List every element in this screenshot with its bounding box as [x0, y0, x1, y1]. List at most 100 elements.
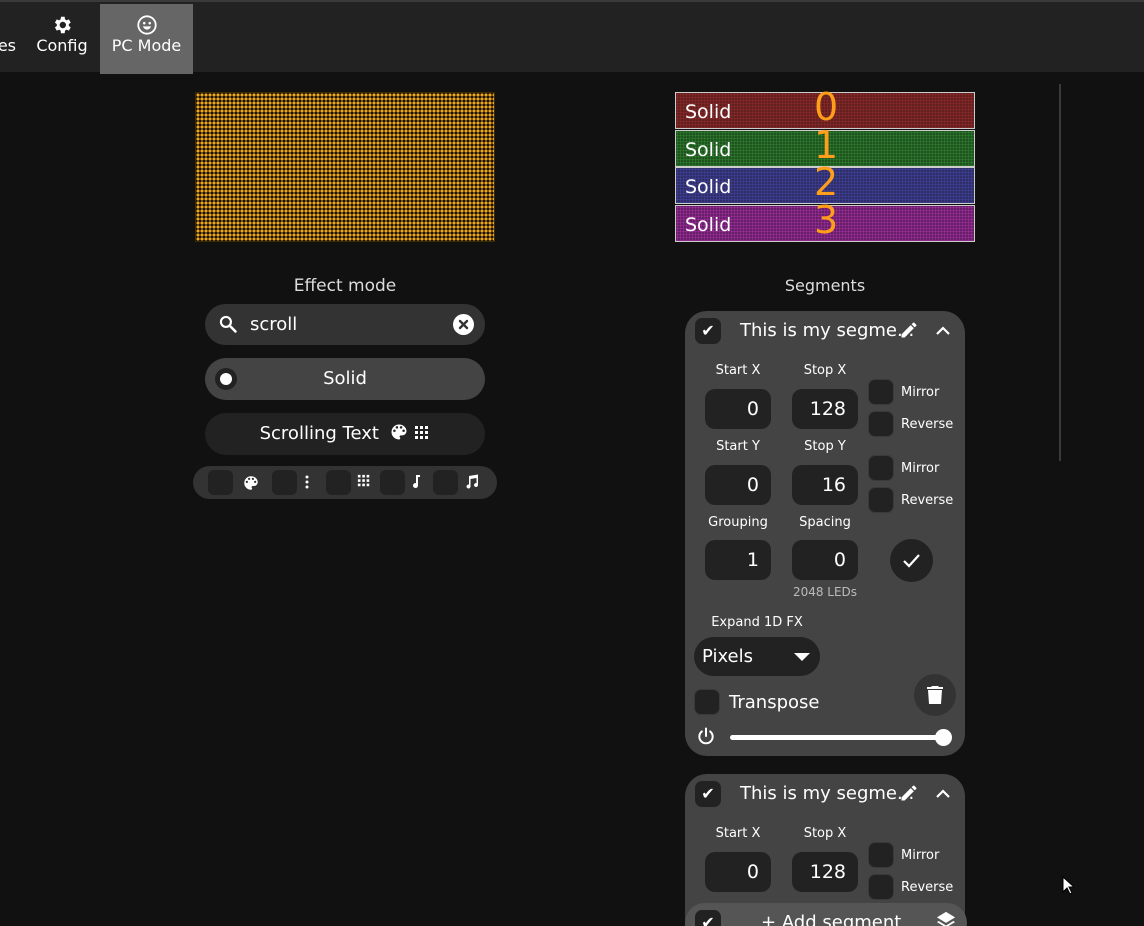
double-note-icon: [465, 474, 479, 494]
filter-volume-checkbox[interactable]: [380, 470, 405, 495]
filter-1d-checkbox[interactable]: [272, 470, 297, 495]
reverse-y-label: Reverse: [901, 493, 954, 508]
transpose-label: Transpose: [729, 692, 820, 713]
effect-item-solid[interactable]: Solid: [205, 358, 485, 400]
segments-title: Segments: [784, 276, 866, 295]
tab-config-label: Config: [36, 36, 88, 55]
mouse-cursor-icon: [1062, 875, 1076, 899]
segment-effect-label: Solid: [685, 139, 732, 161]
search-query: scroll: [250, 314, 298, 335]
segment-number: 2: [814, 160, 839, 204]
start-y-label: Start Y: [716, 439, 760, 454]
add-segment-label: Add segment: [781, 912, 902, 926]
segment-preview-3[interactable]: Solid 3: [675, 200, 975, 242]
mirror-x-checkbox[interactable]: [868, 842, 894, 868]
effect-filter-bar: [193, 466, 497, 499]
top-nav-bar: es Config PC Mode: [0, 0, 1144, 74]
check-icon: [902, 552, 921, 573]
reverse-x-label: Reverse: [901, 880, 954, 895]
power-icon[interactable]: [696, 726, 716, 750]
tab-config[interactable]: Config: [24, 4, 100, 74]
expand-1d-fx-value: Pixels: [702, 646, 754, 667]
mirror-y-checkbox[interactable]: [868, 455, 894, 481]
plus-icon: +: [761, 912, 782, 926]
vertical-dots-icon: [304, 474, 310, 494]
expand-1d-fx-select[interactable]: Pixels: [694, 637, 820, 676]
smiley-icon: [100, 4, 193, 35]
segment-card: ✔ This is my segme... Start X Stop X 0 1…: [685, 311, 965, 756]
brightness-slider[interactable]: [730, 729, 952, 746]
effect-item-scrolling-text[interactable]: Scrolling Text: [205, 413, 485, 455]
stop-x-input[interactable]: 128: [792, 389, 858, 429]
reverse-x-checkbox[interactable]: [868, 411, 894, 437]
effect-label: Solid: [323, 368, 367, 389]
start-x-label: Start X: [715, 363, 761, 378]
filter-palette-checkbox[interactable]: [208, 470, 233, 495]
stop-x-input[interactable]: 128: [792, 852, 858, 892]
start-y-input[interactable]: 0: [705, 465, 771, 505]
trash-icon: [926, 685, 944, 709]
mirror-x-label: Mirror: [901, 848, 940, 863]
reverse-x-label: Reverse: [901, 417, 954, 432]
palette-icon: [389, 416, 409, 458]
segment-name[interactable]: This is my segme...: [740, 783, 914, 804]
effect-search-input[interactable]: scroll: [205, 304, 485, 345]
search-icon: [218, 314, 238, 338]
clear-search-icon[interactable]: [453, 314, 474, 335]
stop-y-label: Stop Y: [804, 439, 846, 454]
mirror-x-checkbox[interactable]: [868, 379, 894, 405]
tab-partial[interactable]: es: [0, 4, 16, 74]
stop-y-input[interactable]: 16: [792, 465, 858, 505]
led-matrix-preview: [195, 92, 495, 242]
add-segment-button[interactable]: + Add segment: [761, 912, 901, 926]
scrollbar[interactable]: [1059, 84, 1061, 461]
filter-frequency-checkbox[interactable]: [433, 470, 458, 495]
layers-icon[interactable]: [935, 911, 957, 926]
select-all-checkbox[interactable]: ✔: [695, 910, 721, 926]
reverse-y-checkbox[interactable]: [868, 487, 894, 513]
edit-pencil-icon[interactable]: [899, 320, 919, 344]
note-icon: [411, 474, 423, 494]
start-x-input[interactable]: 0: [705, 389, 771, 429]
chevron-up-icon[interactable]: [935, 323, 951, 342]
mirror-y-label: Mirror: [901, 461, 940, 476]
led-count: 2048 LEDs: [792, 585, 858, 599]
tab-pc-mode[interactable]: PC Mode: [100, 4, 193, 74]
segment-number: 1: [814, 123, 839, 167]
segment-effect-label: Solid: [685, 176, 732, 198]
matrix-2d-icon: [357, 474, 371, 492]
segment-name[interactable]: This is my segme...: [740, 320, 914, 341]
filter-2d-checkbox[interactable]: [326, 470, 351, 495]
start-x-input[interactable]: 0: [705, 852, 771, 892]
segment-number: 0: [814, 85, 839, 129]
segment-select-checkbox[interactable]: ✔: [695, 318, 721, 344]
grouping-label: Grouping: [708, 515, 768, 530]
palette-icon: [242, 474, 260, 496]
reverse-x-checkbox[interactable]: [868, 874, 894, 900]
edit-pencil-icon[interactable]: [899, 783, 919, 807]
stop-x-label: Stop X: [803, 826, 847, 841]
grouping-input[interactable]: 1: [705, 540, 771, 580]
stop-x-label: Stop X: [803, 363, 847, 378]
matrix-2d-icon: [414, 415, 430, 457]
spacing-label: Spacing: [799, 515, 851, 530]
delete-segment-button[interactable]: [914, 674, 956, 716]
add-segment-bar[interactable]: ✔ + Add segment: [685, 903, 967, 926]
caret-down-icon: [794, 653, 810, 661]
gear-icon: [24, 4, 100, 34]
chevron-up-icon[interactable]: [935, 786, 951, 805]
segment-select-checkbox[interactable]: ✔: [695, 781, 721, 807]
tab-pc-mode-label: PC Mode: [111, 36, 182, 55]
effect-label: Scrolling Text: [259, 423, 379, 444]
mirror-x-label: Mirror: [901, 385, 940, 400]
slider-thumb[interactable]: [935, 729, 952, 746]
tab-partial-label: es: [0, 36, 16, 55]
effect-radio-selected[interactable]: [215, 368, 237, 390]
expand-1d-fx-label: Expand 1D FX: [711, 615, 803, 630]
effect-mode-title: Effect mode: [293, 276, 397, 296]
apply-button[interactable]: [890, 539, 933, 582]
segment-effect-label: Solid: [685, 101, 732, 123]
spacing-input[interactable]: 0: [792, 540, 858, 580]
transpose-checkbox[interactable]: [694, 689, 720, 715]
start-x-label: Start X: [715, 826, 761, 841]
